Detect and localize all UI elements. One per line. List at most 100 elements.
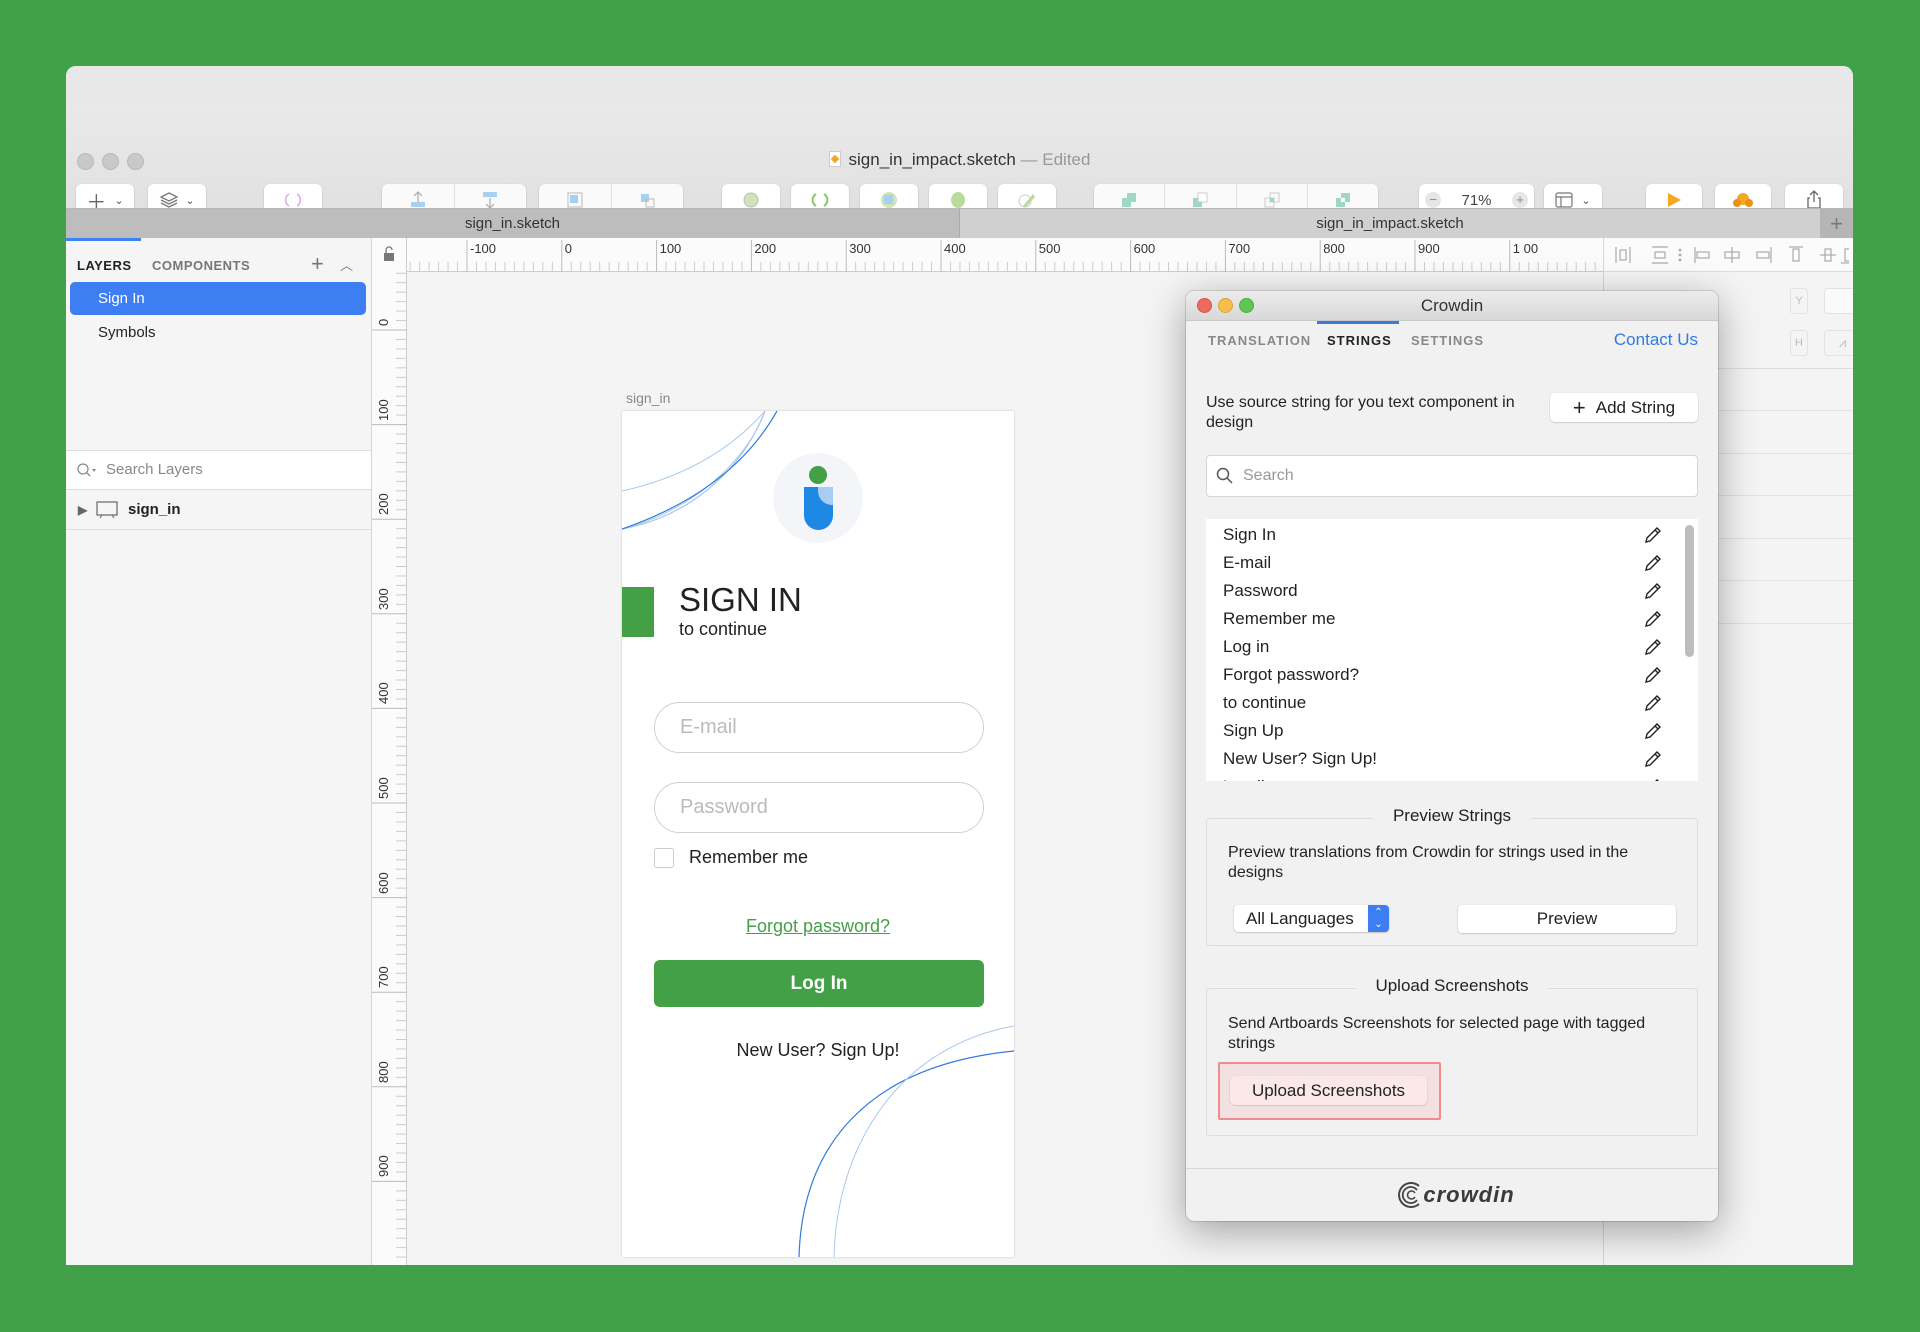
scrollbar[interactable] xyxy=(1685,525,1694,657)
search-placeholder: Search xyxy=(1243,467,1294,484)
rotation-field[interactable]: ° xyxy=(1824,288,1853,314)
tab-sign-in[interactable]: sign_in.sketch xyxy=(66,209,960,239)
ruler-corner xyxy=(372,238,407,272)
h-ruler-label: 400 xyxy=(944,241,966,256)
v-ruler-label: 600 xyxy=(376,871,391,894)
minimize-button[interactable] xyxy=(1218,298,1233,313)
string-item[interactable]: Password xyxy=(1223,577,1663,605)
string-item[interactable]: Log in xyxy=(1223,633,1663,661)
disclosure-triangle-icon[interactable]: ▶ xyxy=(78,490,87,530)
h-ruler-label: 0 xyxy=(564,241,573,256)
zoom-value[interactable]: 71% xyxy=(1461,192,1491,209)
tab-strings[interactable]: STRINGS xyxy=(1327,333,1392,348)
bring-forward-icon xyxy=(410,191,425,207)
v-ruler-label: 900 xyxy=(376,1155,391,1178)
play-icon xyxy=(1668,193,1681,207)
collapse-pages-icon[interactable]: ︿ xyxy=(340,255,353,274)
page-item-symbols[interactable]: Symbols xyxy=(98,324,156,341)
v-ruler-label: 500 xyxy=(376,777,391,799)
string-item[interactable]: Forgot password? xyxy=(1223,661,1663,689)
v-ruler-label: 300 xyxy=(376,588,391,610)
pencil-icon[interactable] xyxy=(1643,553,1663,573)
align-icons[interactable] xyxy=(1614,246,1849,264)
h-field-label: H xyxy=(1790,330,1808,356)
v-ruler-label: 700 xyxy=(376,966,391,989)
pencil-icon[interactable] xyxy=(1643,777,1663,781)
zoom-in-button[interactable]: + xyxy=(1512,192,1528,208)
h-ruler-label: -100 xyxy=(470,241,497,256)
string-item[interactable]: Sign In xyxy=(1223,521,1663,549)
string-text: E-mail xyxy=(1223,553,1272,572)
search-placeholder: Search Layers xyxy=(106,461,203,478)
pencil-icon[interactable] xyxy=(1643,721,1663,741)
difference-icon xyxy=(1335,193,1350,207)
preview-strings-title: Preview Strings xyxy=(1186,806,1718,826)
h-ruler-label: 900 xyxy=(1418,241,1440,256)
plus-icon: + xyxy=(1572,394,1586,420)
pencil-icon[interactable] xyxy=(1643,525,1663,545)
layer-item-sign-in[interactable]: ▶ sign_in xyxy=(66,490,371,530)
pencil-icon[interactable] xyxy=(1643,749,1663,769)
symbol-sync-icon xyxy=(284,193,302,207)
crowdin-footer: crowdin xyxy=(1186,1168,1718,1221)
upload-screenshots-button[interactable]: Upload Screenshots xyxy=(1230,1076,1427,1105)
pencil-icon[interactable] xyxy=(1643,693,1663,713)
tab-translation[interactable]: TRANSLATION xyxy=(1208,333,1311,348)
page-item-sign-in[interactable]: Sign In xyxy=(70,282,366,315)
string-item[interactable]: E-mail xyxy=(1223,549,1663,577)
string-text: Sign In xyxy=(1223,525,1276,544)
search-icon xyxy=(1216,467,1233,484)
zoom-button[interactable] xyxy=(1239,298,1254,313)
string-item[interactable]: Loading xyxy=(1223,773,1663,781)
artboard-label[interactable]: sign_in xyxy=(626,390,670,406)
preview-button[interactable]: Preview xyxy=(1458,905,1676,933)
union-icon xyxy=(1122,193,1137,207)
language-select[interactable]: All Languages ⌃ ⌄ xyxy=(1234,905,1389,932)
add-string-label: Add String xyxy=(1595,397,1676,417)
string-item[interactable]: Sign Up xyxy=(1223,717,1663,745)
contact-us-link[interactable]: Contact Us xyxy=(1614,330,1698,350)
close-button[interactable] xyxy=(1197,298,1212,313)
upload-screenshots-title: Upload Screenshots xyxy=(1186,976,1718,996)
logo-dot xyxy=(809,466,827,484)
v-ruler-label: 400 xyxy=(376,682,391,705)
password-field[interactable]: Password xyxy=(654,782,984,833)
remember-checkbox[interactable] xyxy=(654,848,674,868)
search-icon xyxy=(77,463,96,477)
strings-search-input[interactable]: Search xyxy=(1206,455,1698,497)
tab-settings[interactable]: SETTINGS xyxy=(1411,333,1484,348)
flatten-icon xyxy=(1018,194,1035,208)
h-ruler-label: 600 xyxy=(1133,241,1156,256)
layer-name: sign_in xyxy=(128,501,181,518)
zoom-out-button[interactable]: − xyxy=(1425,192,1441,208)
flip-horizontal-button[interactable]: ⩘ xyxy=(1824,330,1853,356)
lock-icon[interactable] xyxy=(383,246,395,262)
pencil-icon[interactable] xyxy=(1643,665,1663,685)
pencil-icon[interactable] xyxy=(1643,581,1663,601)
string-item[interactable]: New User? Sign Up! xyxy=(1223,745,1663,773)
tab-sign-in-impact[interactable]: sign_in_impact.sketch xyxy=(960,209,1820,239)
sign-up-link[interactable]: New User? Sign Up! xyxy=(622,1040,1014,1061)
email-field[interactable]: E-mail xyxy=(654,702,984,753)
pencil-icon[interactable] xyxy=(1643,609,1663,629)
h-ruler-label: 200 xyxy=(754,241,777,256)
crowdin-title-bar: Crowdin xyxy=(1186,291,1718,321)
string-item[interactable]: Remember me xyxy=(1223,605,1663,633)
add-tab-button[interactable]: + xyxy=(1820,209,1853,239)
string-item[interactable]: to continue xyxy=(1223,689,1663,717)
tab-layers[interactable]: LAYERS xyxy=(77,258,132,273)
tab-components[interactable]: COMPONENTS xyxy=(152,258,250,273)
pencil-icon[interactable] xyxy=(1643,637,1663,657)
string-text: Sign Up xyxy=(1223,721,1284,740)
artboard-sign-in[interactable]: SIGN IN to continue E-mail Password Reme… xyxy=(622,411,1014,1257)
window-top-band xyxy=(66,66,1853,106)
h-ruler-label: 300 xyxy=(849,241,871,256)
add-page-icon[interactable]: + xyxy=(311,251,324,277)
logo-circle xyxy=(773,453,863,543)
search-layers-input[interactable]: Search Layers xyxy=(66,450,371,490)
log-in-button[interactable]: Log In xyxy=(654,960,984,1007)
chevron-down-icon: ⌄ xyxy=(114,194,124,207)
chevron-down-icon: ⌄ xyxy=(1581,194,1591,207)
add-string-button[interactable]: + Add String xyxy=(1550,393,1698,422)
forgot-password-link[interactable]: Forgot password? xyxy=(622,916,1014,937)
